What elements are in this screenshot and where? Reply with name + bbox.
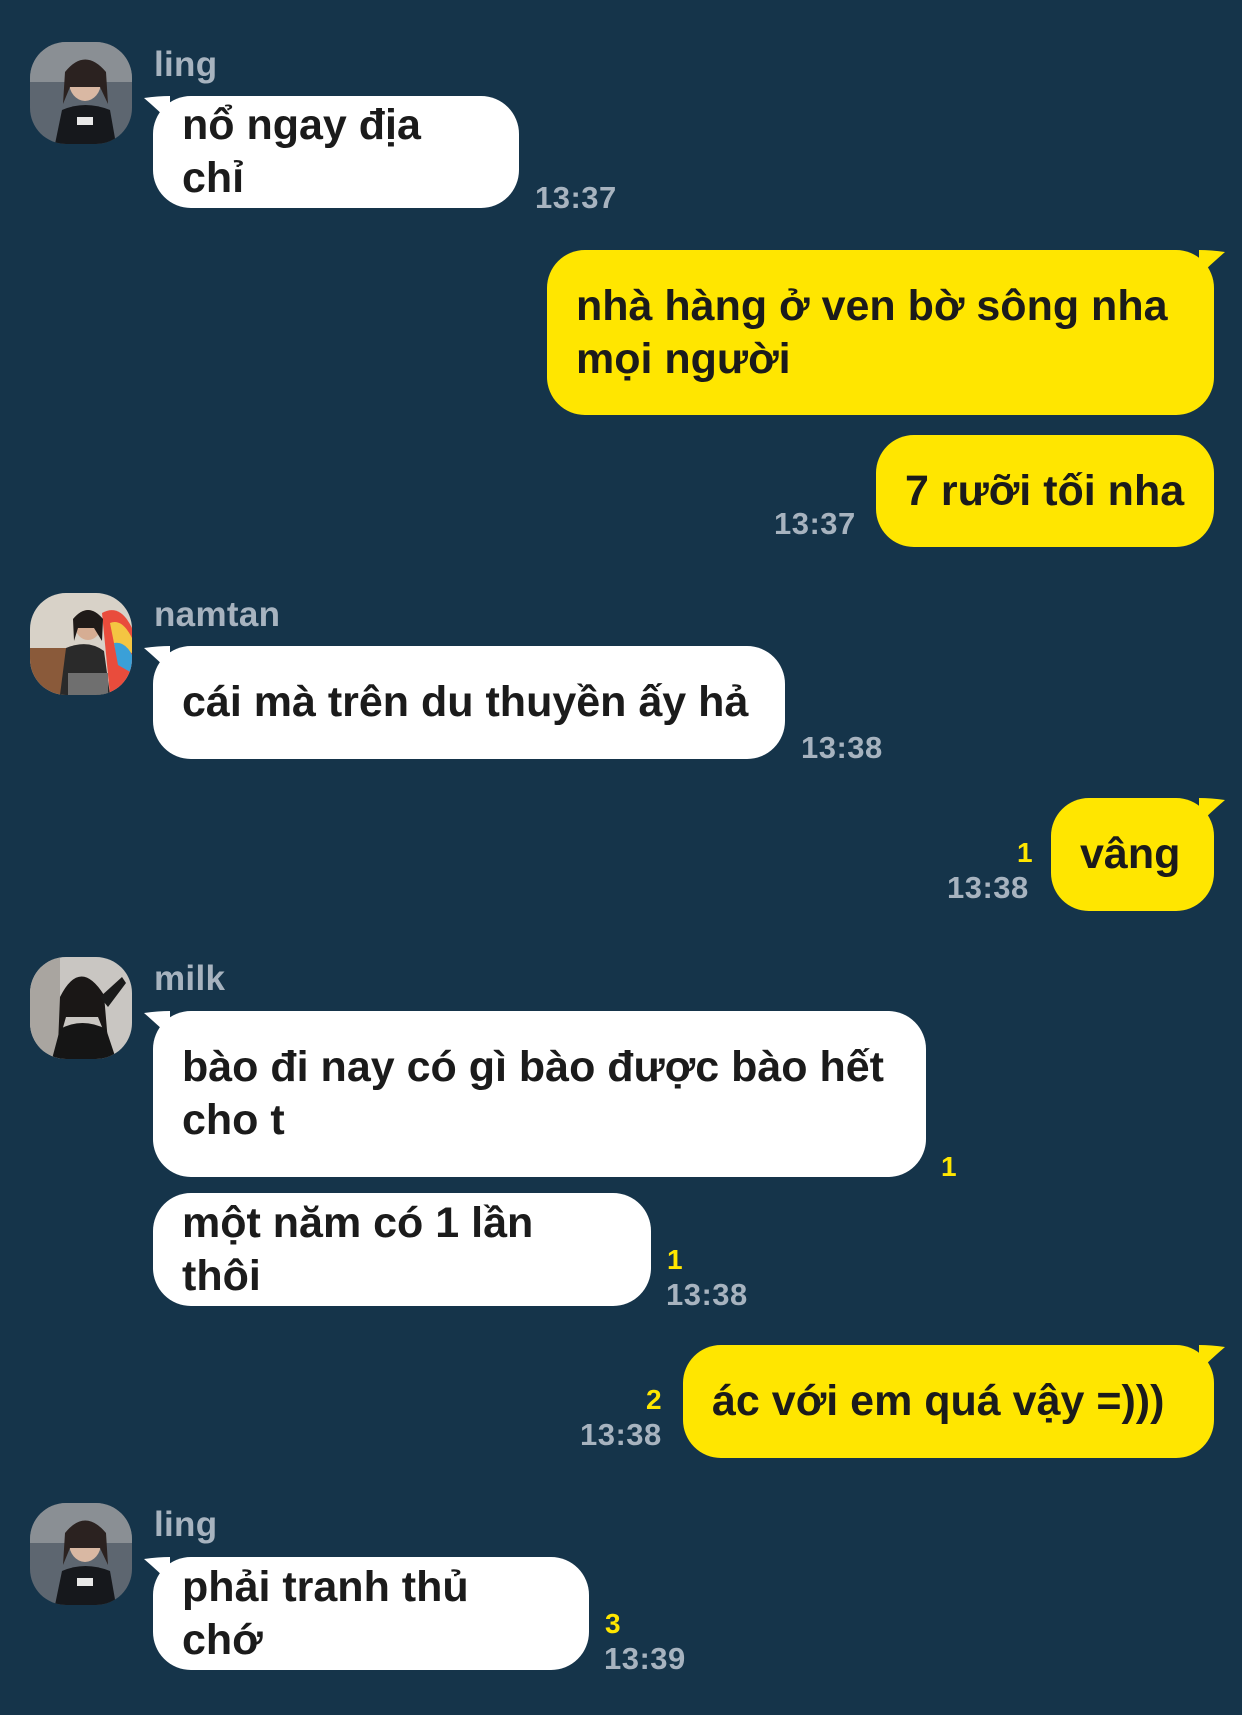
message-bubble[interactable]: vâng <box>1051 798 1214 911</box>
message-text: nhà hàng ở ven bờ sông nha mọi người <box>576 281 1168 383</box>
unread-count: 2 <box>646 1384 662 1415</box>
message-time: 13:38 <box>801 730 883 765</box>
message-text: một năm có 1 lần thôi <box>182 1198 534 1300</box>
message-time: 13:37 <box>535 180 617 215</box>
message-text: 7 rưỡi tối nha <box>905 466 1185 515</box>
message-bubble[interactable]: một năm có 1 lần thôi <box>153 1193 651 1306</box>
avatar-milk[interactable] <box>30 957 132 1059</box>
sender-name: namtan <box>154 595 281 634</box>
message-text: bào đi nay có gì bào được bào hết cho t <box>182 1043 885 1144</box>
unread-count: 1 <box>941 1151 957 1182</box>
message-text: nổ ngay địa chỉ <box>182 101 421 202</box>
message-bubble[interactable]: ác với em quá vậy =))) <box>683 1345 1214 1458</box>
message-bubble[interactable]: bào đi nay có gì bào được bào hết cho t <box>153 1011 926 1177</box>
message-bubble[interactable]: nhà hàng ở ven bờ sông nha mọi người <box>547 250 1214 415</box>
avatar-namtan[interactable] <box>30 593 132 695</box>
message-bubble[interactable]: phải tranh thủ chớ <box>153 1557 589 1670</box>
sender-name: ling <box>154 45 218 84</box>
unread-count: 3 <box>605 1608 621 1639</box>
message-text: phải tranh thủ chớ <box>182 1562 469 1664</box>
unread-count: 1 <box>1017 837 1033 868</box>
unread-count: 1 <box>667 1244 683 1275</box>
message-text: cái mà trên du thuyền ấy hả <box>182 678 749 726</box>
avatar-ling[interactable] <box>30 42 132 144</box>
message-time: 13:38 <box>947 870 1029 905</box>
sender-name: ling <box>154 1505 218 1544</box>
message-time: 13:38 <box>666 1277 748 1312</box>
message-text: vâng <box>1080 830 1181 878</box>
message-text: ác với em quá vậy =))) <box>712 1377 1165 1425</box>
sender-name: milk <box>154 959 226 998</box>
message-bubble[interactable]: nổ ngay địa chỉ <box>153 96 519 208</box>
message-bubble[interactable]: cái mà trên du thuyền ấy hả <box>153 646 785 759</box>
avatar-ling[interactable] <box>30 1503 132 1605</box>
message-time: 13:38 <box>580 1417 662 1452</box>
message-time: 13:39 <box>604 1641 686 1676</box>
message-time: 13:37 <box>774 506 856 541</box>
message-bubble[interactable]: 7 rưỡi tối nha <box>876 435 1214 547</box>
